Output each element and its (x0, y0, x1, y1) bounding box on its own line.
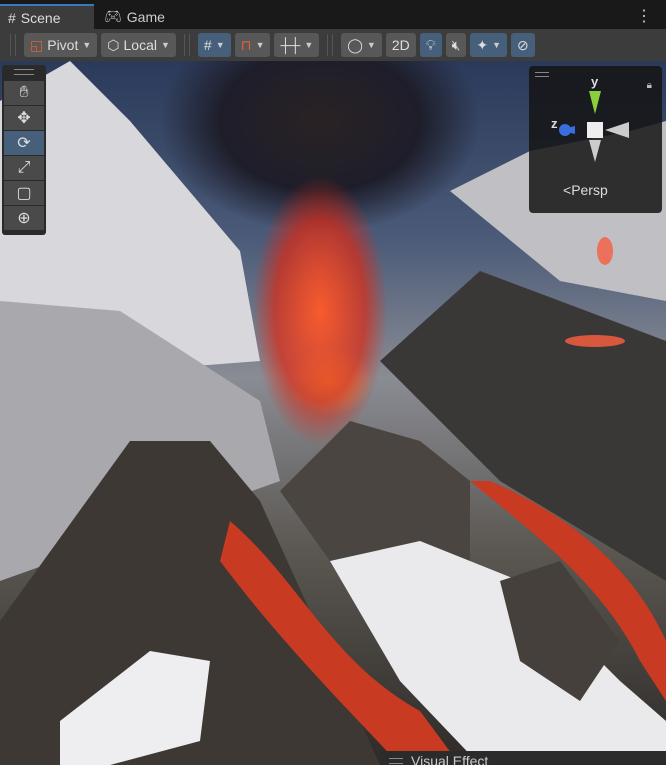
gamepad-icon: 🎮︎ (104, 8, 122, 24)
chevron-down-icon: ▼ (492, 40, 502, 50)
toolbar-grip (10, 34, 16, 56)
projection-toggle[interactable]: <Persp (563, 182, 608, 198)
grid-icon: # (8, 9, 16, 26)
y-axis-label: y (591, 74, 599, 89)
transform-icon: ⊕ (17, 210, 31, 227)
move-arrows-icon: ✥ (17, 110, 31, 127)
move-tool-button[interactable]: ✥ (4, 106, 44, 130)
eye-hidden-icon: ⊘ (517, 36, 529, 53)
fire-streak (565, 335, 625, 347)
toolbar-grip (183, 34, 190, 56)
scene-toolbar: ◱ Pivot ▼ ⬡ Local ▼ # ▼ ⊓ ▼ ┼┼ ▼ ◯ ▼ 2D 💡︎ 🔇︎ ✦ ▼… (0, 29, 666, 61)
local-dropdown[interactable]: ⬡ Local ▼ (101, 33, 176, 57)
2d-toggle[interactable]: 2D (385, 33, 416, 57)
visual-effect-overlay[interactable]: Visual Effect (381, 751, 666, 765)
tools-overlay: ✋︎ ✥ ⟳ ⤢ ▢ ⊕ (2, 65, 46, 235)
lightbulb-icon: 💡︎ (425, 36, 436, 53)
effects-dropdown[interactable]: ✦ ▼ (470, 33, 508, 57)
rotate-icon: ⟳ (17, 135, 31, 152)
overlay-title: Visual Effect (411, 753, 489, 765)
cube-icon: ⬡ (107, 36, 120, 53)
pivot-dropdown[interactable]: ◱ Pivot ▼ (24, 33, 98, 57)
overlay-grip[interactable] (389, 758, 403, 764)
magnet-grid-icon: ⊓ (240, 36, 252, 53)
draw-mode-dropdown[interactable]: ◯ ▼ (341, 33, 382, 57)
tab-bar: # Scene 🎮︎ Game ⋮ (0, 0, 666, 29)
more-options-icon[interactable]: ⋮ (636, 6, 652, 26)
scale-icon: ⤢ (17, 159, 31, 176)
rotate-tool-button[interactable]: ⟳ (4, 131, 44, 155)
scale-tool-button[interactable]: ⤢ (4, 156, 44, 180)
chevron-down-icon: ▼ (366, 40, 376, 50)
tab-game[interactable]: 🎮︎ Game (96, 4, 173, 29)
chevron-down-icon: ▼ (215, 40, 225, 50)
orientation-gizmo[interactable]: 🔒︎ y z <Persp (529, 66, 662, 213)
grid-y-icon: # (203, 37, 212, 53)
audio-mute-icon: 🔇︎ (451, 36, 461, 53)
fire-streak (597, 237, 613, 265)
overlay-grip[interactable] (14, 69, 34, 75)
scene-viewport[interactable]: ✋︎ ✥ ⟳ ⤢ ▢ ⊕ 🔒︎ y z <Persp Visual Effect (0, 61, 666, 765)
tab-scene[interactable]: # Scene (0, 4, 94, 29)
increment-snap-dropdown[interactable]: ┼┼ ▼ (274, 33, 320, 57)
snap-toggle[interactable]: ⊓ ▼ (234, 33, 271, 57)
chevron-down-icon: ▼ (160, 40, 170, 50)
chevron-down-icon: ▼ (304, 40, 314, 50)
shading-sphere-icon: ◯ (347, 36, 363, 53)
ruler-icon: ┼┼ (280, 37, 301, 53)
audio-toggle[interactable]: 🔇︎ (445, 33, 467, 57)
rect-tool-button[interactable]: ▢ (4, 181, 44, 205)
transform-tool-button[interactable]: ⊕ (4, 206, 44, 230)
pivot-icon: ◱ (30, 36, 44, 53)
rect-transform-icon: ▢ (16, 185, 32, 202)
lighting-toggle[interactable]: 💡︎ (419, 33, 442, 57)
chevron-down-icon: ▼ (82, 40, 92, 50)
toolbar-grip (327, 34, 334, 56)
chevron-down-icon: ▼ (255, 40, 265, 50)
visibility-toggle[interactable]: ⊘ (511, 33, 535, 57)
hand-icon: ✋︎ (19, 84, 29, 101)
grid-snap-toggle[interactable]: # ▼ (197, 33, 231, 57)
effects-layers-icon: ✦ (476, 36, 489, 53)
hand-tool-button[interactable]: ✋︎ (4, 81, 44, 105)
z-axis-label: z (551, 116, 558, 131)
